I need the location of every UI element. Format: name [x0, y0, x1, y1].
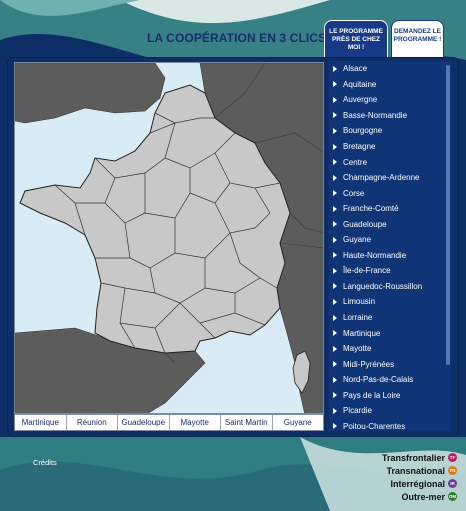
region-item-limousin[interactable]: Limousin: [329, 294, 451, 310]
region-item-haute-normandie[interactable]: Haute-Normandie: [329, 248, 451, 264]
transnational-badge-icon: TN: [448, 466, 457, 475]
region-item-mayotte[interactable]: Mayotte: [329, 341, 451, 357]
arrow-right-icon: [333, 361, 337, 368]
arrow-right-icon: [333, 267, 337, 274]
region-item-centre[interactable]: Centre: [329, 154, 451, 170]
region-item-languedoc-roussillon[interactable]: Languedoc-Roussillon: [329, 279, 451, 295]
region-item-corse[interactable]: Corse: [329, 185, 451, 201]
region-list-scrollbar[interactable]: [445, 61, 451, 431]
cooperation-legend: Transfrontalier TF Transnational TN Interr…: [367, 451, 457, 503]
arrow-right-icon: [333, 314, 337, 321]
arrow-right-icon: [333, 330, 337, 337]
region-item-martinique[interactable]: Martinique: [329, 325, 451, 341]
arrow-right-icon: [333, 407, 337, 414]
credits-link[interactable]: Crédits: [33, 458, 57, 467]
tab-guadeloupe[interactable]: Guadeloupe: [118, 415, 170, 430]
outre-mer-badge-icon: OM: [448, 492, 457, 501]
arrow-right-icon: [333, 252, 337, 259]
region-list: Alsace Aquitaine Auvergne Basse-Normandi…: [329, 61, 451, 431]
arrow-right-icon: [333, 376, 337, 383]
tab-saint-martin[interactable]: Saint Martin: [221, 415, 273, 430]
arrow-right-icon: [333, 423, 337, 430]
legend-outre-mer[interactable]: Outre-mer OM: [367, 490, 457, 503]
arrow-right-icon: [333, 345, 337, 352]
region-item-basse-normandie[interactable]: Basse-Normandie: [329, 108, 451, 124]
tab-programme-pres-de-chez-moi[interactable]: LE PROGRAMME PRÈS DE CHEZ MOI !: [324, 20, 388, 60]
region-item-lorraine[interactable]: Lorraine: [329, 310, 451, 326]
arrow-right-icon: [333, 81, 337, 88]
region-item-picardie[interactable]: Picardie: [329, 403, 451, 419]
arrow-right-icon: [333, 174, 337, 181]
arrow-right-icon: [333, 190, 337, 197]
scrollbar-thumb[interactable]: [446, 65, 450, 365]
region-item-bourgogne[interactable]: Bourgogne: [329, 123, 451, 139]
legend-interregional[interactable]: Interrégional IR: [367, 477, 457, 490]
arrow-right-icon: [333, 283, 337, 290]
arrow-right-icon: [333, 298, 337, 305]
legend-transfrontalier[interactable]: Transfrontalier TF: [367, 451, 457, 464]
region-item-pays-de-la-loire[interactable]: Pays de la Loire: [329, 387, 451, 403]
arrow-right-icon: [333, 159, 337, 166]
arrow-right-icon: [333, 221, 337, 228]
arrow-right-icon: [333, 143, 337, 150]
region-item-poitou-charentes[interactable]: Poitou-Charentes: [329, 419, 451, 431]
region-item-midi-pyrenees[interactable]: Midi-Pyrénées: [329, 356, 451, 372]
map-svg: [15, 63, 323, 413]
region-item-auvergne[interactable]: Auvergne: [329, 92, 451, 108]
region-item-franche-comte[interactable]: Franche-Comté: [329, 201, 451, 217]
tab-mayotte[interactable]: Mayotte: [170, 415, 221, 430]
interregional-badge-icon: IR: [448, 479, 457, 488]
arrow-right-icon: [333, 392, 337, 399]
arrow-right-icon: [333, 112, 337, 119]
arrow-right-icon: [333, 127, 337, 134]
overseas-tabs: Martinique Réunion Guadeloupe Mayotte Sa…: [14, 414, 324, 431]
page-title: LA COOPÉRATION EN 3 CLICS: [147, 31, 327, 45]
tab-reunion[interactable]: Réunion: [67, 415, 118, 430]
arrow-right-icon: [333, 65, 337, 72]
region-item-ile-de-france[interactable]: Île-de-France: [329, 263, 451, 279]
transfrontalier-badge-icon: TF: [448, 453, 457, 462]
arrow-right-icon: [333, 96, 337, 103]
region-item-guadeloupe[interactable]: Guadeloupe: [329, 216, 451, 232]
france-map: [14, 62, 324, 414]
region-item-nord-pas-de-calais[interactable]: Nord-Pas-de-Calais: [329, 372, 451, 388]
tab-guyane[interactable]: Guyane: [273, 415, 324, 430]
region-item-alsace[interactable]: Alsace: [329, 61, 451, 77]
region-item-champagne-ardenne[interactable]: Champagne-Ardenne: [329, 170, 451, 186]
tab-martinique[interactable]: Martinique: [15, 415, 67, 430]
region-item-guyane[interactable]: Guyane: [329, 232, 451, 248]
arrow-right-icon: [333, 236, 337, 243]
arrow-right-icon: [333, 205, 337, 212]
region-item-bretagne[interactable]: Bretagne: [329, 139, 451, 155]
legend-transnational[interactable]: Transnational TN: [367, 464, 457, 477]
region-item-aquitaine[interactable]: Aquitaine: [329, 77, 451, 93]
tab-demandez-le-programme[interactable]: DEMANDEZ LE PROGRAMME !: [391, 20, 444, 60]
